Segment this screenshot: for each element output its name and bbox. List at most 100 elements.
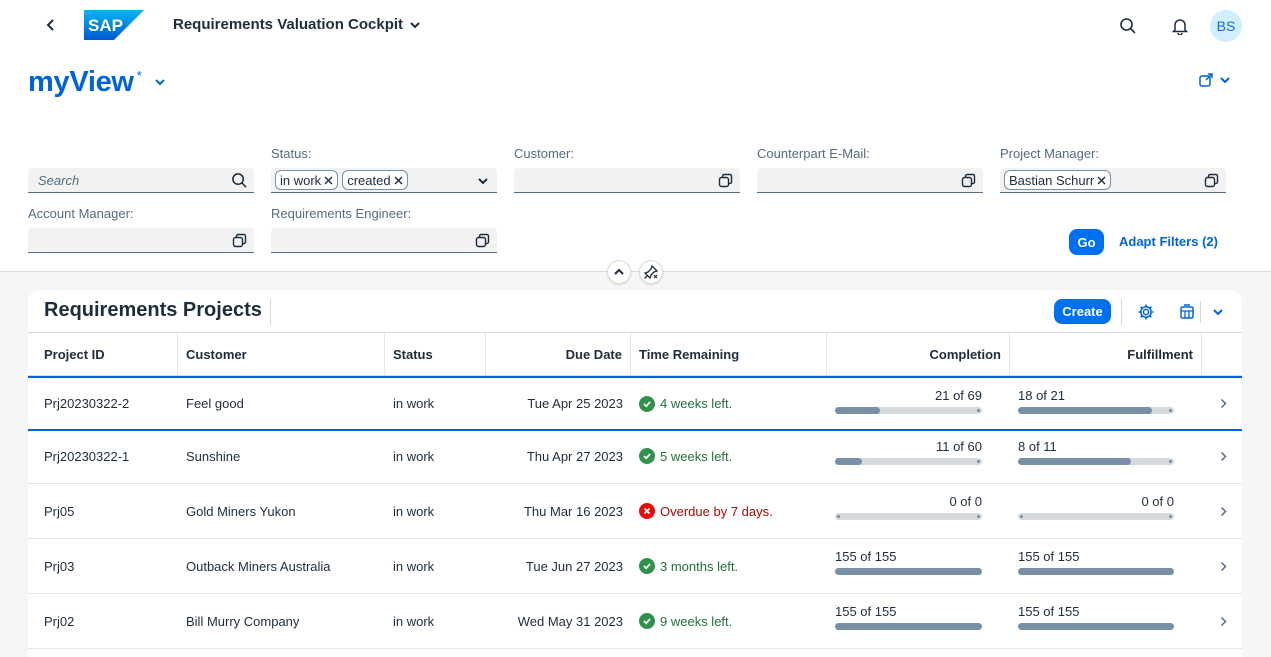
progress-end-dot xyxy=(977,409,980,412)
close-icon xyxy=(324,176,333,184)
sap-logo[interactable]: SAP xyxy=(84,10,144,40)
notifications-button[interactable] xyxy=(1168,14,1192,38)
adapt-filters-button[interactable]: Adapt Filters (2) xyxy=(1119,234,1218,249)
share-button[interactable] xyxy=(1198,72,1231,88)
column-header-due-date[interactable]: Due Date xyxy=(486,333,631,375)
table-row[interactable]: Prj20230322-2 Feel good in work Tue Apr 25 … xyxy=(28,376,1242,431)
progress-fill xyxy=(835,623,982,630)
chevron-down-icon[interactable] xyxy=(474,172,491,189)
progress-start-dot xyxy=(837,409,840,412)
bell-icon xyxy=(1171,19,1189,35)
status-token[interactable]: created xyxy=(342,170,408,190)
success-icon xyxy=(639,395,655,412)
requirements-engineer-label: Requirements Engineer: xyxy=(271,206,412,221)
search-icon xyxy=(1120,18,1136,34)
column-header-completion[interactable]: Completion xyxy=(827,333,1010,375)
value-help-icon[interactable] xyxy=(231,232,248,249)
cell-status: in work xyxy=(393,503,435,519)
progress-track xyxy=(1018,513,1174,520)
customer-label: Customer: xyxy=(514,146,574,161)
navigation-chevron-icon[interactable] xyxy=(1216,378,1230,429)
search-button[interactable] xyxy=(1116,14,1140,38)
value-help-icon[interactable] xyxy=(960,172,977,189)
progress-fill xyxy=(1018,568,1174,575)
cell-customer: Sunshine xyxy=(186,448,241,464)
variant-management[interactable]: myView * xyxy=(28,66,166,99)
export-button[interactable] xyxy=(1176,301,1198,323)
table-row[interactable]: Prj03 Outback Miners Australia in work Tue … xyxy=(28,539,1242,594)
column-header-project-id[interactable]: Project ID xyxy=(28,333,178,375)
completion-progress: 11 of 60 xyxy=(835,429,982,483)
progress-start-dot xyxy=(1020,460,1023,463)
success-icon xyxy=(639,448,655,464)
pin-header-button[interactable] xyxy=(639,260,663,284)
cell-status: in work xyxy=(393,396,435,411)
create-button[interactable]: Create xyxy=(1054,299,1111,324)
fulfillment-text: 0 of 0 xyxy=(1141,494,1174,509)
avatar[interactable]: BS xyxy=(1210,10,1242,42)
export-spreadsheet-icon xyxy=(1180,304,1194,319)
navigation-chevron-icon[interactable] xyxy=(1216,484,1230,538)
fulfillment-text: 18 of 21 xyxy=(1018,388,1065,403)
cell-customer: Feel good xyxy=(186,396,244,411)
time-remaining-text: 5 weeks left. xyxy=(660,448,733,464)
export-menu-separator xyxy=(1200,301,1201,323)
value-help-icon[interactable] xyxy=(1203,172,1220,189)
pin-icon xyxy=(643,264,659,280)
error-icon xyxy=(639,503,655,519)
close-icon xyxy=(1097,176,1106,184)
table-settings-button[interactable] xyxy=(1135,301,1157,323)
collapse-header-button[interactable] xyxy=(607,260,631,284)
go-button[interactable]: Go xyxy=(1069,229,1104,255)
cell-due-date: Wed May 31 2023 xyxy=(517,613,623,629)
table-row[interactable]: Prj20230322-1 Sunshine in work Thu Apr 27 2… xyxy=(28,429,1242,484)
chevron-up-icon xyxy=(614,268,624,275)
cell-status: in work xyxy=(393,613,435,629)
cell-time-remaining: Overdue by 7 days. xyxy=(631,484,827,538)
cell-time-remaining: 9 weeks left. xyxy=(631,594,827,648)
back-button[interactable] xyxy=(40,14,62,36)
navigation-chevron-icon[interactable] xyxy=(1216,539,1230,593)
cell-due-date: Tue Jun 27 2023 xyxy=(525,558,623,574)
app-title: Requirements Valuation Cockpit xyxy=(173,16,404,33)
fulfillment-progress: 155 of 155 xyxy=(1018,539,1174,593)
column-header-status[interactable]: Status xyxy=(385,333,486,375)
export-menu-button[interactable] xyxy=(1207,301,1229,323)
dynamic-page-header: myView * Search Status: in work created … xyxy=(0,52,1271,272)
time-remaining-text: 3 months left. xyxy=(660,558,739,574)
completion-progress: 155 of 155 xyxy=(835,594,982,648)
project-manager-input[interactable]: Bastian Schurr xyxy=(1000,168,1226,193)
search-input[interactable]: Search xyxy=(28,168,254,193)
search-icon[interactable] xyxy=(231,172,248,189)
column-header-time-remaining[interactable]: Time Remaining xyxy=(631,333,827,375)
fulfillment-progress: 8 of 11 xyxy=(1018,429,1174,483)
counterpart-email-label: Counterpart E-Mail: xyxy=(757,146,870,161)
table-row[interactable]: Prj05 Gold Miners Yukon in work Thu Mar 16 … xyxy=(28,484,1242,539)
counterpart-email-input[interactable] xyxy=(757,168,983,193)
fulfillment-text: 155 of 155 xyxy=(1018,604,1080,619)
project-manager-label: Project Manager: xyxy=(1000,146,1099,161)
table-title: Requirements Projects xyxy=(44,299,271,325)
completion-text: 11 of 60 xyxy=(935,439,982,454)
chevron-down-icon xyxy=(1213,309,1223,316)
progress-fill xyxy=(1018,623,1174,630)
value-help-icon[interactable] xyxy=(717,172,734,189)
fulfillment-progress: 0 of 0 xyxy=(1018,484,1174,538)
navigation-chevron-icon[interactable] xyxy=(1216,429,1230,483)
table-row[interactable]: Prj02 Bill Murry Company in work Wed May 31… xyxy=(28,594,1242,649)
progress-fill xyxy=(1018,458,1132,465)
requirements-engineer-input[interactable] xyxy=(271,228,497,253)
success-icon xyxy=(639,558,655,574)
account-manager-input[interactable] xyxy=(28,228,254,253)
project-manager-token[interactable]: Bastian Schurr xyxy=(1004,170,1112,190)
progress-end-dot xyxy=(977,460,980,463)
customer-input[interactable] xyxy=(514,168,740,193)
column-header-fulfillment[interactable]: Fulfillment xyxy=(1010,333,1202,375)
navigation-chevron-icon[interactable] xyxy=(1216,594,1230,648)
column-header-customer[interactable]: Customer xyxy=(178,333,385,375)
value-help-icon[interactable] xyxy=(474,232,491,249)
status-token[interactable]: in work xyxy=(275,170,339,190)
status-multicombobox[interactable]: in work created xyxy=(271,168,497,193)
app-title-menu[interactable]: Requirements Valuation Cockpit xyxy=(173,16,421,33)
completion-progress: 0 of 0 xyxy=(835,484,982,538)
